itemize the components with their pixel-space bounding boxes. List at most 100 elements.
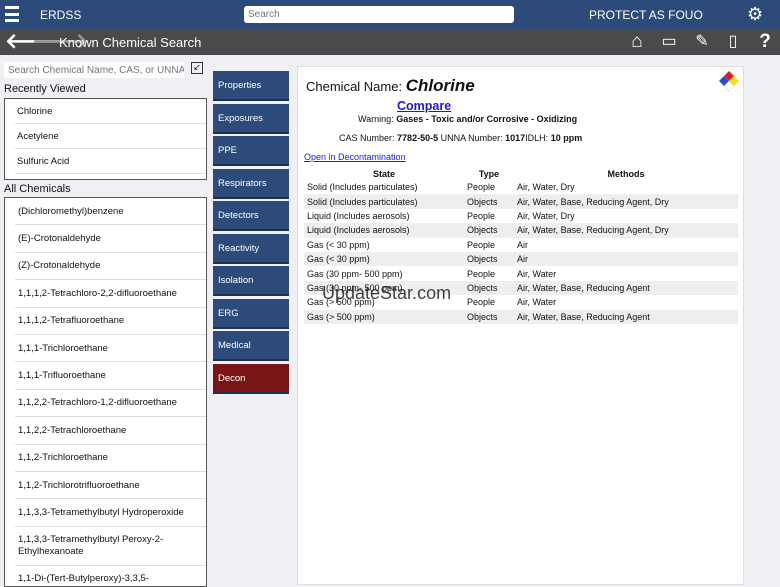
page-title: Known Chemical Search [59, 35, 202, 50]
table-row: Gas (30 ppm- 500 ppm) People Air, Water [304, 266, 738, 281]
type-cell: People [467, 268, 496, 279]
app-name: ERDSS [40, 8, 82, 22]
list-item[interactable]: 1,1,3,3-Tetramethylbutyl Peroxy-2-Ethylh… [15, 527, 206, 566]
state-cell: Liquid (Includes aerosols) [307, 225, 410, 236]
nav-isolation[interactable]: Isolation [213, 266, 289, 296]
state-cell: Gas (< 30 ppm) [307, 239, 370, 250]
nav-detectors[interactable]: Detectors [213, 201, 289, 231]
methods-cell: Air [517, 239, 528, 250]
nav-ppe[interactable]: PPE [213, 136, 289, 166]
type-cell: Objects [467, 282, 498, 293]
nav-decon[interactable]: Decon [213, 364, 289, 394]
nav-reactivity[interactable]: Reactivity [213, 234, 289, 264]
methods-cell: Air, Water, Base, Reducing Agent, Dry [517, 196, 669, 207]
list-item[interactable]: 1,1-Di-(Tert-Butylperoxy)-3,3,5- [15, 566, 206, 586]
chemical-name: Chemical Name: Chlorine [306, 76, 475, 96]
table-row: Gas (< 30 ppm) Objects Air [304, 251, 738, 267]
cas-label: CAS Number: [339, 133, 395, 143]
state-cell: Gas (> 500 ppm) [307, 297, 375, 308]
type-cell: Objects [467, 196, 498, 207]
nav-properties[interactable]: Properties [213, 71, 289, 101]
nav-medical[interactable]: Medical [213, 331, 289, 361]
methods-cell: Air, Water, Base, Reducing Agent, Dry [517, 225, 669, 236]
methods-cell: Air, Water [517, 297, 557, 308]
type-cell: People [467, 297, 496, 308]
detail-panel: Chemical Name: Chlorine Compare Warning:… [297, 66, 744, 585]
name-label: Chemical Name: [306, 79, 403, 94]
list-item[interactable]: 1,1,2-Trichloroethane [15, 445, 206, 472]
methods-cell: Air, Water [517, 268, 557, 279]
table-row: Liquid (Includes aerosols) Objects Air, Wa… [304, 223, 738, 238]
state-cell: Gas (> 500 ppm) [307, 311, 375, 322]
state-cell: Gas (< 30 ppm) [307, 254, 370, 265]
chemical-search-input[interactable] [4, 62, 184, 78]
identifiers: CAS Number: 7782-50-5 UNNA Number: 1017I… [339, 133, 582, 143]
sub-header: 🡐 🡒 Known Chemical Search ⌂ ▭ ✎ ▯ ? [0, 29, 780, 55]
unna-value: 1017 [505, 133, 526, 143]
settings-gear-icon[interactable]: ⚙ [747, 3, 763, 25]
all-chemicals-heading: All Chemicals [4, 183, 71, 195]
hamburger-menu-icon[interactable] [5, 4, 19, 24]
list-item[interactable]: 1,1,2,2-Tetrachloro-1,2-difluoroethane [15, 390, 206, 418]
list-item[interactable]: Chlorine [15, 99, 206, 124]
document-icon[interactable]: ▯ [721, 31, 745, 53]
type-cell: People [467, 210, 496, 221]
state-cell: Solid (Includes particulates) [307, 196, 418, 207]
table-row: Solid (Includes particulates) People Air, … [304, 180, 738, 195]
nav-exposures[interactable]: Exposures [213, 104, 289, 134]
nav-respirators[interactable]: Respirators [213, 169, 289, 199]
nfpa-diamond-icon [719, 71, 739, 91]
list-item[interactable]: 1,1,1-Trichloroethane [15, 335, 206, 363]
idlh-label: IDLH: [525, 133, 549, 143]
nav-erg[interactable]: ERG [213, 299, 289, 329]
state-cell: Gas (30 ppm- 500 ppm) [307, 282, 403, 293]
recent-list: Chlorine Acetylene Sulfuric Acid [4, 98, 207, 180]
unna-label: UNNA Number: [440, 133, 503, 143]
global-search-input[interactable] [244, 6, 514, 23]
table-row: Gas (30 ppm- 500 ppm) Objects Air, Water, … [304, 280, 738, 296]
col-methods: Methods [514, 168, 738, 180]
list-item[interactable]: (Z)-Crotonaldehyde [15, 253, 206, 281]
state-cell: Liquid (Includes aerosols) [307, 210, 410, 221]
warning-value: Gases - Toxic and/or Corrosive - Oxidizi… [396, 114, 578, 124]
list-item[interactable]: 1,1,1-Trifluoroethane [15, 362, 206, 390]
col-state: State [304, 168, 464, 180]
methods-cell: Air, Water, Dry [517, 210, 575, 221]
home-icon[interactable]: ⌂ [625, 31, 649, 53]
decon-methods-table: State Type Methods Solid (Includes parti… [304, 168, 738, 324]
table-row: Gas (> 500 ppm) Objects Air, Water, Base, … [304, 309, 738, 324]
save-icon[interactable]: ▭ [657, 31, 681, 53]
methods-cell: Air [517, 254, 528, 265]
notes-icon[interactable]: ✎ [690, 31, 714, 53]
classification-label: PROTECT AS FOUO [589, 8, 703, 22]
top-bar: ERDSS PROTECT AS FOUO ⚙ [0, 0, 780, 29]
list-item[interactable]: 1,1,2,2-Tetrachloroethane [15, 417, 206, 445]
list-item[interactable]: 1,1,3,3-Tetramethylbutyl Hydroperoxide [15, 499, 206, 527]
table-row: Solid (Includes particulates) Objects Air,… [304, 194, 738, 209]
compare-link[interactable]: Compare [397, 99, 451, 113]
warning-label: Warning: [358, 114, 394, 124]
table-row: Gas (< 30 ppm) People Air [304, 237, 738, 252]
list-item[interactable]: Acetylene [15, 124, 206, 149]
list-item[interactable]: 1,1,2-Trichlorotrifluoroethane [15, 472, 206, 500]
methods-cell: Air, Water, Dry [517, 182, 575, 193]
list-item[interactable]: (E)-Crotonaldehyde [15, 225, 206, 253]
help-icon[interactable]: ? [753, 31, 777, 53]
list-item[interactable]: Sulfuric Acid [15, 149, 206, 174]
table-row: Gas (> 500 ppm) People Air, Water [304, 295, 738, 310]
open-decontamination-link[interactable]: Open in Decontamination [304, 152, 406, 162]
warning: Warning: Gases - Toxic and/or Corrosive … [358, 114, 577, 124]
type-cell: Objects [467, 254, 498, 265]
state-cell: Solid (Includes particulates) [307, 182, 418, 193]
state-cell: Gas (30 ppm- 500 ppm) [307, 268, 403, 279]
list-item[interactable]: 1,1,1,2-Tetrachloro-2,2-difluoroethane [15, 280, 206, 308]
methods-cell: Air, Water, Base, Reducing Agent [517, 311, 650, 322]
list-item[interactable]: 1,1,1,2-Tetrafluoroethane [15, 308, 206, 335]
type-cell: Objects [467, 311, 498, 322]
name-value: Chlorine [405, 76, 475, 95]
type-cell: Objects [467, 225, 498, 236]
type-cell: People [467, 182, 496, 193]
edit-icon[interactable]: ↙ [191, 62, 203, 74]
all-chemicals-list[interactable]: (Dichloromethyl)benzene (E)-Crotonaldehy… [4, 197, 207, 587]
list-item[interactable]: (Dichloromethyl)benzene [15, 198, 206, 226]
